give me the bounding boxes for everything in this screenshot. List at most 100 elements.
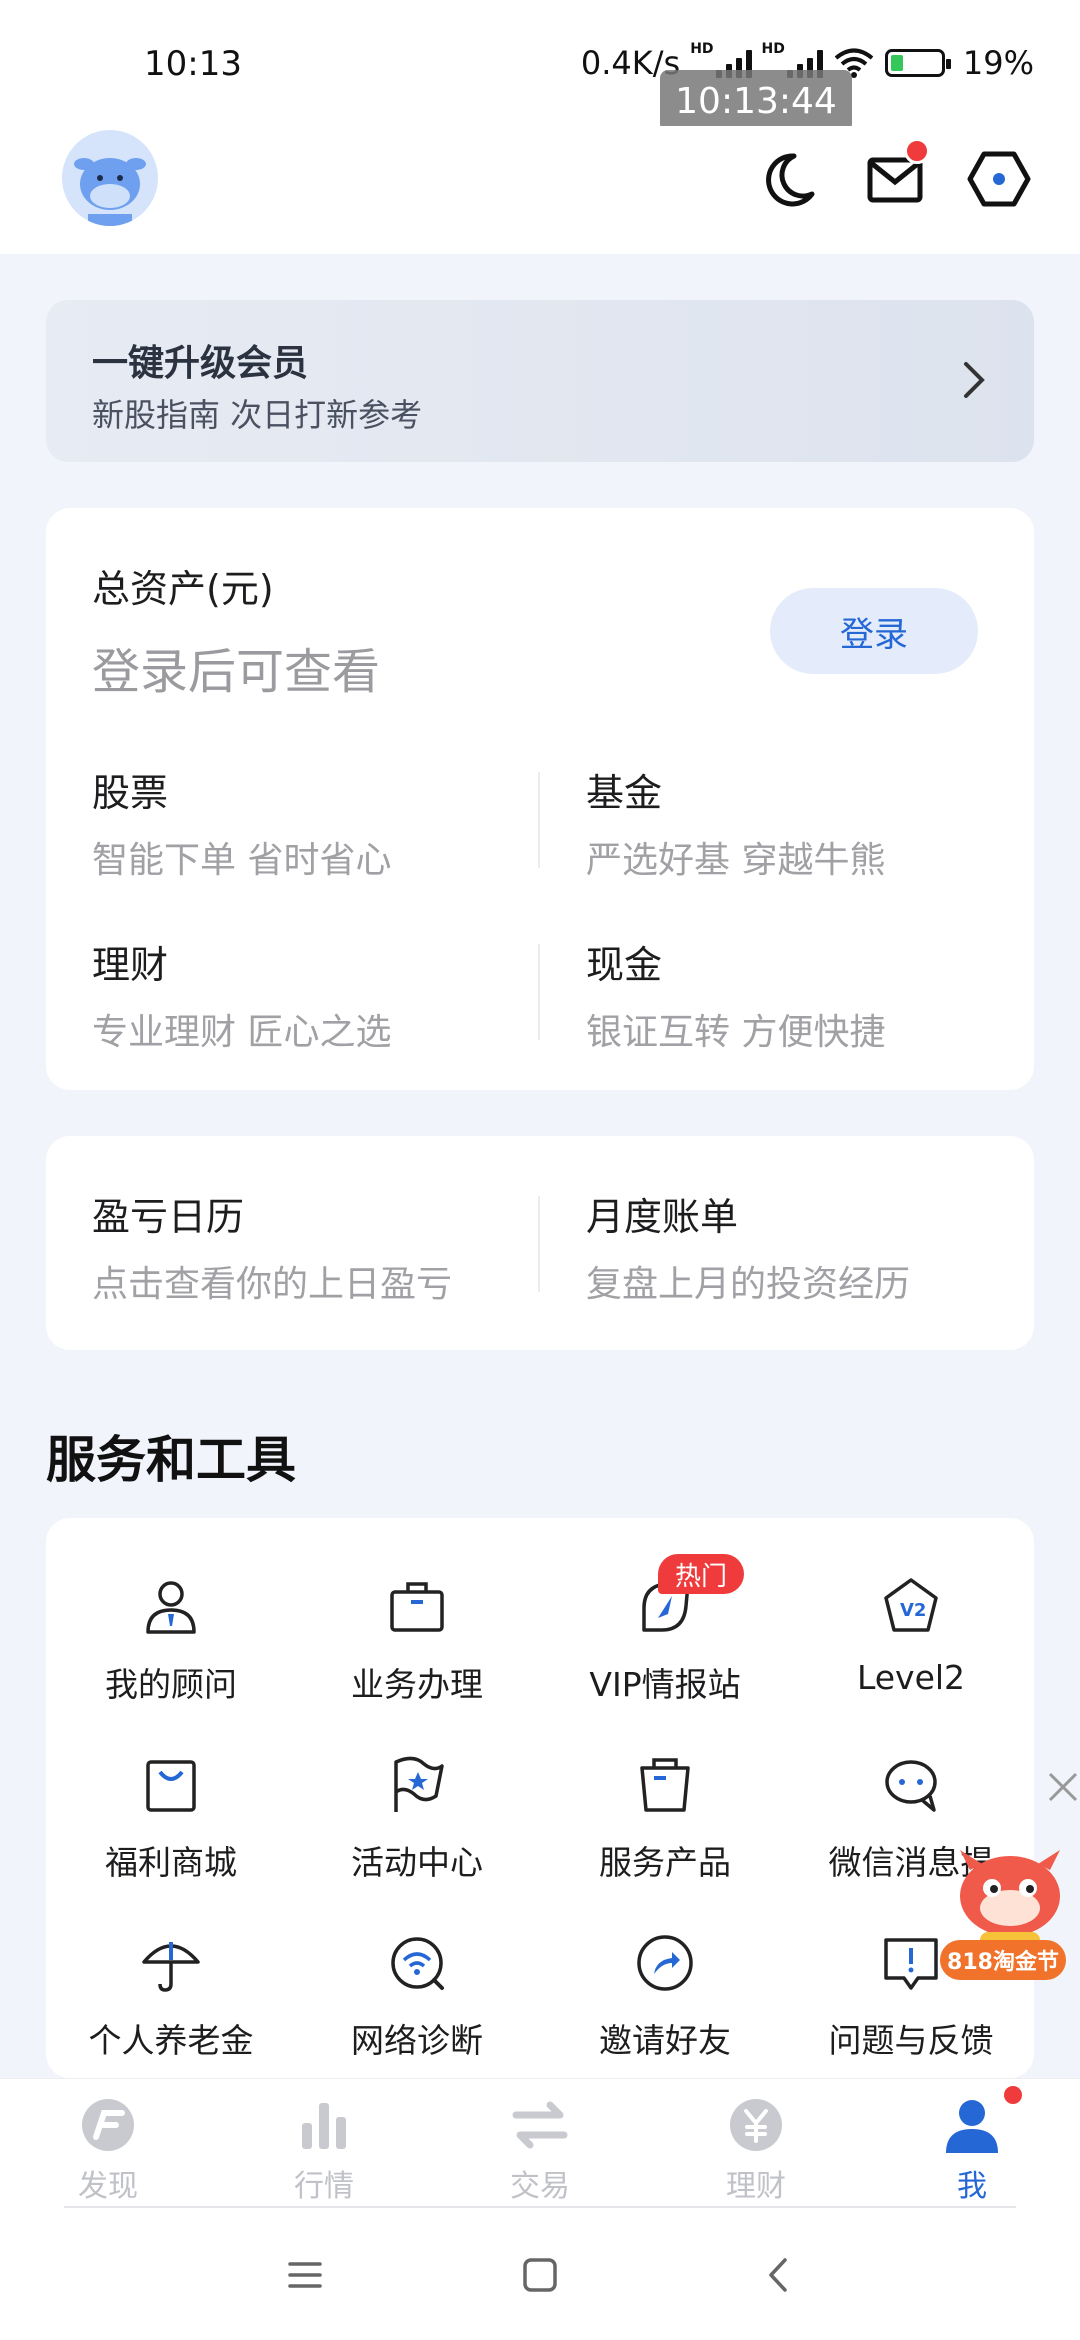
hot-badge: 热门 — [658, 1554, 744, 1594]
cash-entry[interactable]: 现金 银证互转 方便快捷 — [586, 934, 1036, 1055]
nav-market[interactable]: 行情 — [254, 2093, 394, 2205]
feedback-icon — [884, 1938, 938, 1990]
records-card: 盈亏日历 点击查看你的上日盈亏 月度账单 复盘上月的投资经历 — [46, 1136, 1034, 1350]
status-bar: 10:13 0.4K/s HD HD 19% — [0, 0, 1080, 126]
tool-label: 网络诊断 — [351, 2021, 483, 2060]
wealth-subtitle: 专业理财 匠心之选 — [92, 1012, 392, 1053]
tool-activity-center[interactable]: 活动中心 — [292, 1752, 542, 1884]
cash-subtitle: 银证互转 方便快捷 — [586, 1012, 886, 1053]
banner-title: 一键升级会员 — [92, 343, 309, 384]
fund-title: 基金 — [586, 771, 663, 815]
hd-label-1: HD — [690, 41, 714, 57]
stock-subtitle: 智能下单 省时省心 — [92, 840, 392, 881]
swap-icon — [512, 2101, 568, 2149]
tool-label: 业务办理 — [351, 1665, 483, 1704]
hd-label-2: HD — [761, 41, 785, 57]
promo-label[interactable]: 818淘金节 — [940, 1940, 1066, 1980]
clipboard-icon — [640, 1758, 690, 1812]
close-icon[interactable] — [1046, 1770, 1080, 1804]
monthly-bill-subtitle: 复盘上月的投资经历 — [586, 1264, 911, 1305]
nav-label: 理财 — [726, 2169, 786, 2204]
fund-subtitle: 严选好基 穿越牛熊 — [586, 840, 886, 881]
tool-welfare-mall[interactable]: 福利商城 — [46, 1752, 296, 1884]
bottom-nav: 发现 行情 交易 理财 我 — [0, 2078, 1080, 2210]
pnl-calendar-entry[interactable]: 盈亏日历 点击查看你的上日盈亏 — [92, 1186, 542, 1307]
nav-wealth[interactable]: 理财 — [686, 2093, 826, 2205]
avatar[interactable] — [62, 130, 158, 226]
tool-service-products[interactable]: 服务产品 — [540, 1752, 790, 1884]
yuan-coin-icon — [730, 2099, 782, 2151]
tool-label: 邀请好友 — [599, 2021, 731, 2060]
tool-business[interactable]: 业务办理 — [292, 1574, 542, 1706]
nav-label: 发现 — [78, 2169, 138, 2204]
nav-divider — [64, 2206, 1016, 2208]
divider — [538, 944, 540, 1040]
services-section-title: 服务和工具 — [46, 1431, 296, 1489]
total-assets-hint: 登录后可查看 — [92, 644, 381, 700]
tool-label: VIP情报站 — [589, 1665, 741, 1704]
umbrella-icon — [142, 1942, 200, 1992]
time-overlay: 10:13:44 — [660, 70, 852, 132]
services-card: 我的顾问 业务办理 VIP情报站 V2 Level2 福利商城 活动中心 服务产… — [46, 1518, 1034, 2078]
bar-chart-icon — [302, 2103, 346, 2149]
user-icon — [946, 2100, 998, 2153]
header — [0, 126, 1080, 254]
wealth-entry[interactable]: 理财 专业理财 匠心之选 — [92, 934, 542, 1055]
battery-level: 19% — [962, 44, 1034, 82]
nav-label: 行情 — [294, 2169, 354, 2204]
tool-level2[interactable]: V2 Level2 — [786, 1574, 1036, 1697]
mail-notification-dot — [904, 138, 930, 164]
monthly-bill-title: 月度账单 — [586, 1195, 739, 1239]
briefcase-icon — [390, 1582, 444, 1632]
battery-icon — [884, 49, 951, 77]
level2-icon: V2 — [884, 1578, 938, 1632]
upgrade-member-banner[interactable]: 一键升级会员 新股指南 次日打新参考 — [46, 300, 1034, 462]
divider — [538, 772, 540, 868]
discover-logo-icon — [82, 2099, 134, 2151]
stock-entry[interactable]: 股票 智能下单 省时省心 — [92, 762, 542, 883]
assets-card: 总资产(元) 登录后可查看 登录 股票 智能下单 省时省心 基金 严选好基 穿越… — [46, 508, 1034, 1090]
advisor-icon — [146, 1581, 196, 1634]
tool-network-diagnosis[interactable]: 网络诊断 — [292, 1930, 542, 2062]
nav-trade[interactable]: 交易 — [470, 2093, 610, 2205]
tool-label: 问题与反馈 — [828, 2021, 994, 2060]
cow-mascot-icon — [74, 158, 146, 226]
nav-me-notification-dot — [1004, 2086, 1022, 2104]
tool-my-advisor[interactable]: 我的顾问 — [46, 1574, 296, 1706]
pnl-calendar-subtitle: 点击查看你的上日盈亏 — [92, 1264, 453, 1305]
tool-label: 服务产品 — [599, 1843, 731, 1882]
chevron-right-icon — [964, 362, 985, 398]
wifi-search-icon — [391, 1937, 444, 1990]
banner-subtitle: 新股指南 次日打新参考 — [92, 396, 423, 434]
fund-entry[interactable]: 基金 严选好基 穿越牛熊 — [586, 762, 1036, 883]
shopping-bag-icon — [146, 1760, 196, 1812]
tool-label: 个人养老金 — [88, 2021, 254, 2060]
nav-me[interactable]: 我 — [902, 2093, 1042, 2205]
settings-hexagon-icon[interactable] — [966, 146, 1032, 212]
login-button[interactable]: 登录 — [770, 588, 978, 674]
tool-label: 福利商城 — [105, 1843, 237, 1882]
flag-icon — [394, 1756, 444, 1812]
status-time: 10:13 — [144, 44, 242, 84]
menu-icon[interactable] — [280, 2250, 330, 2300]
total-assets-title: 总资产(元) — [92, 567, 274, 611]
tool-label: 活动中心 — [351, 1843, 483, 1882]
chat-icon — [885, 1760, 937, 1812]
system-nav-bar — [0, 2210, 1080, 2340]
nav-label: 我 — [957, 2169, 987, 2204]
wealth-title: 理财 — [92, 943, 169, 987]
back-icon[interactable] — [755, 2250, 805, 2300]
moon-icon[interactable] — [754, 146, 820, 212]
tool-label: 我的顾问 — [105, 1665, 237, 1704]
tool-pension[interactable]: 个人养老金 — [46, 1930, 296, 2062]
nav-label: 交易 — [510, 2169, 570, 2204]
monthly-bill-entry[interactable]: 月度账单 复盘上月的投资经历 — [586, 1186, 1036, 1307]
tool-invite-friends[interactable]: 邀请好友 — [540, 1930, 790, 2062]
home-icon[interactable] — [515, 2250, 565, 2300]
cash-title: 现金 — [586, 943, 663, 987]
tool-label: Level2 — [856, 1658, 966, 1697]
pnl-calendar-title: 盈亏日历 — [92, 1195, 245, 1239]
nav-discover[interactable]: 发现 — [38, 2093, 178, 2205]
divider — [538, 1196, 540, 1292]
svg-text:V2: V2 — [900, 1600, 926, 1621]
